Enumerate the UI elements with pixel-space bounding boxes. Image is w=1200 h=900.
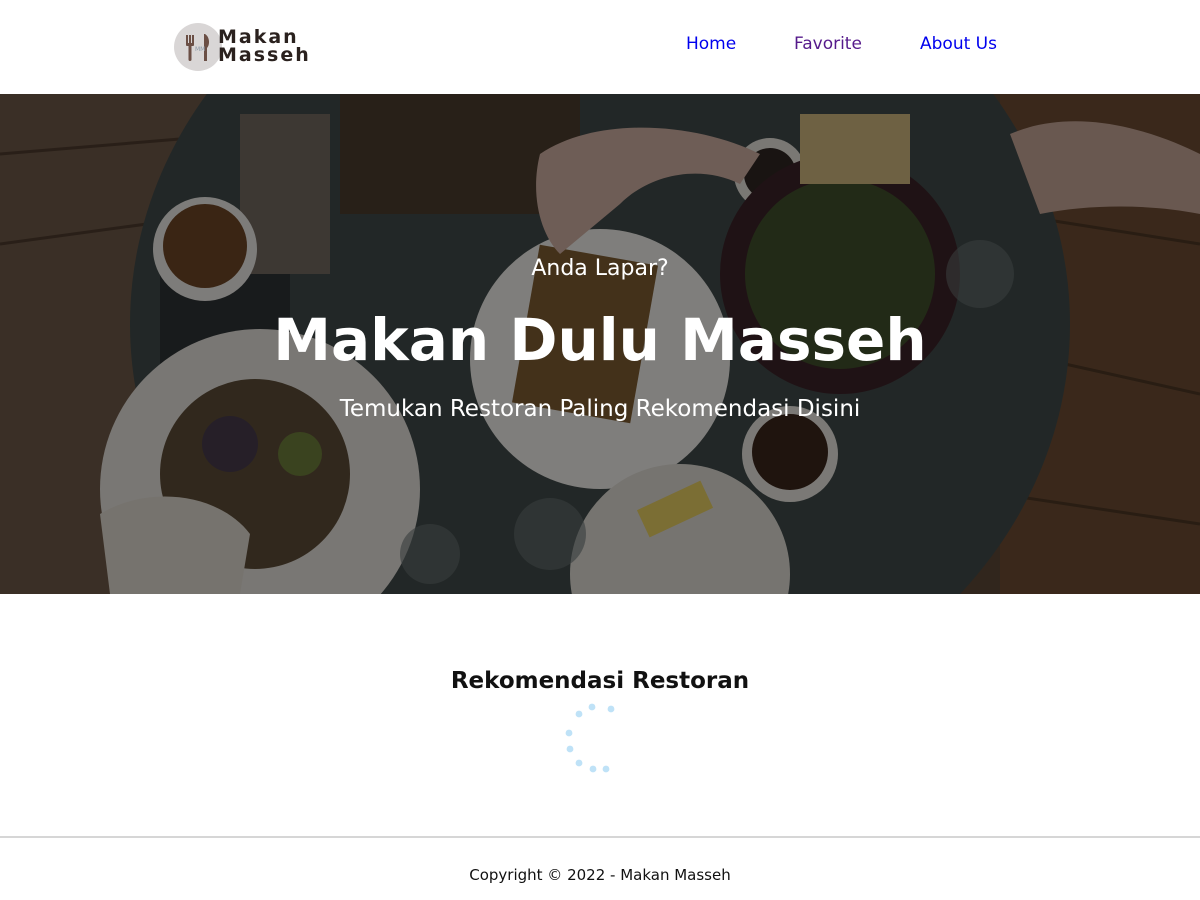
site-footer: Copyright © 2022 - Makan Masseh	[0, 866, 1200, 884]
hero-tagline: Anda Lapar?	[531, 256, 669, 281]
site-header: MM Makan Masseh Home Favorite About Us	[0, 0, 1200, 94]
main-nav: Home Favorite About Us	[0, 34, 1200, 62]
nav-favorite-link[interactable]: Favorite	[794, 34, 862, 54]
copyright-text: Copyright © 2022 - Makan Masseh	[469, 866, 731, 884]
nav-home-link[interactable]: Home	[686, 34, 736, 54]
hero-subtitle: Temukan Restoran Paling Rekomendasi Disi…	[339, 396, 861, 422]
spinner-icon	[565, 703, 615, 773]
hero-banner: Anda Lapar? Makan Dulu Masseh Temukan Re…	[0, 94, 1200, 594]
footer-divider	[0, 836, 1200, 838]
hero-title: Makan Dulu Masseh	[273, 306, 927, 374]
section-title: Rekomendasi Restoran	[450, 668, 750, 694]
nav-about-us-link[interactable]: About Us	[920, 34, 997, 54]
